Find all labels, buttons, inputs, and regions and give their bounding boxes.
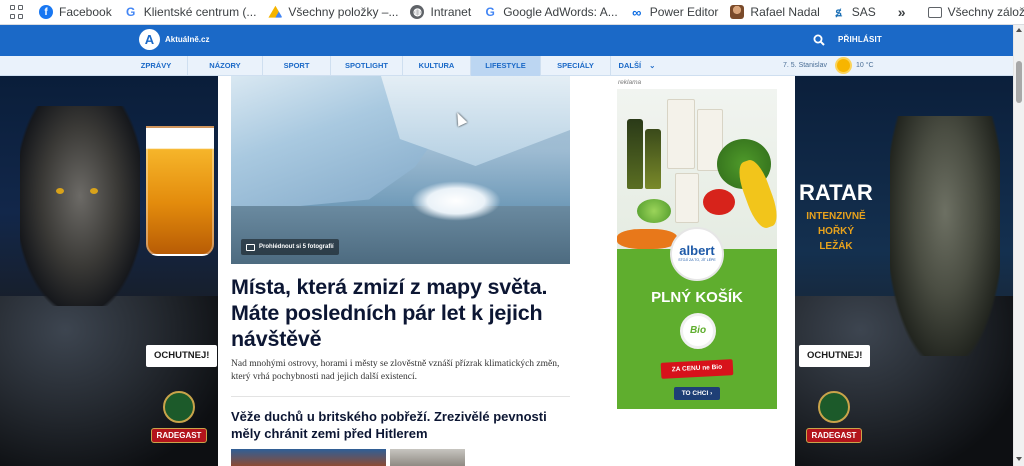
facebook-icon: f [39,5,53,19]
bookmark-facebook[interactable]: f Facebook [33,0,118,25]
bookmark-label: Rafael Nadal [750,5,820,19]
radegast-logo: RADEGAST [799,391,869,443]
ad-right-ochutnej-button[interactable]: OCHUTNEJ! [799,345,871,367]
bookmark-google-adwords[interactable]: G Google AdWords: A... [477,0,624,25]
bookmark-label: Všechny položky –... [288,5,399,19]
ad-right-subheadline: INTENZIVNĚ HOŘKÝ LEŽÁK [806,211,866,252]
wolf-illustration [20,106,140,306]
bookmark-rafael-nadal[interactable]: Rafael Nadal [724,0,825,25]
statue-illustration [890,116,1000,356]
albert-logo: albert STOJÍ ZA TO, JÍT LÉPE [670,227,724,281]
gallery-badge-label: Prohlédnout si 5 fotografií [259,244,334,250]
bookmark-label: Facebook [59,5,112,19]
site-header: A Aktuálně.cz PŘIHLÁSIT [0,25,1013,56]
site-logo[interactable]: A Aktuálně.cz [139,29,209,50]
scroll-down-icon[interactable] [1016,457,1022,461]
bookmark-label: Intranet [430,5,472,19]
nav-item-spotlight[interactable]: SPOTLIGHT [331,56,403,76]
website: A Aktuálně.cz PŘIHLÁSIT ZPRÁVY NÁZORY SP… [0,25,1013,466]
bookmark-label: SAS [851,5,876,19]
search-icon[interactable] [813,34,825,46]
groceries-illustration [617,89,777,249]
nav-item-kultura[interactable]: KULTURA [403,56,471,76]
login-link[interactable]: PŘIHLÁSIT [838,35,882,44]
profile-photo-icon [730,5,745,19]
nav-item-nazory[interactable]: NÁZORY [188,56,263,76]
scrollbar-thumb[interactable] [1016,61,1022,103]
bookmark-label: Klientské centrum (... [143,5,257,19]
bio-badge: Bio [680,313,716,349]
bookmark-label: Všechny záložky [947,5,1024,19]
bookmarks-bar: f Facebook G Klientské centrum (... Všec… [0,0,1024,25]
radegast-emblem-icon [163,391,195,423]
camera-icon [246,243,255,251]
bookmark-intranet[interactable]: ◍ Intranet [404,0,477,25]
bookmarks-overflow-icon[interactable]: » [882,4,922,20]
ad-right-headline: RATAR [799,180,873,205]
bookmark-label: Power Editor [649,5,719,19]
globe-icon: ◍ [410,5,425,19]
article-thumbnail[interactable] [390,449,465,466]
meta-icon: ∞ [632,4,642,20]
main-nav: ZPRÁVY NÁZORY SPORT SPOTLIGHT KULTURA LI… [0,56,1013,76]
ad-left-ochutnej-button[interactable]: OCHUTNEJ! [146,345,218,367]
nav-item-specialy[interactable]: SPECIÁLY [541,56,611,76]
nav-item-dalsi-label: DALŠÍ [618,61,642,70]
article-divider [231,396,570,397]
albert-cta-button[interactable]: TO CHCI › [674,387,720,400]
albert-headline: PLNÝ KOŠÍK [651,289,743,306]
beer-glass-illustration [146,126,214,256]
bookmark-klientske-centrum[interactable]: G Klientské centrum (... [118,0,263,25]
ad-albert[interactable]: albert STOJÍ ZA TO, JÍT LÉPE PLNÝ KOŠÍK … [617,89,777,409]
radegast-logo: RADEGAST [144,391,214,443]
folder-icon [927,6,942,18]
bookmark-all-folder[interactable]: Všechny záložky [922,0,1024,25]
article-thumbnail[interactable] [231,449,386,466]
scroll-up-icon[interactable] [1016,28,1022,32]
bookmark-label: Google AdWords: A... [503,5,618,19]
nav-date-nameday: 7. 5. Stanislav [783,62,827,69]
bookmark-power-editor[interactable]: ∞ Power Editor [624,0,725,25]
nav-item-lifestyle[interactable]: LIFESTYLE [471,56,541,76]
gallery-badge[interactable]: Prohlédnout si 5 fotografií [241,239,339,255]
google-icon: G [485,5,495,19]
next-article-headline[interactable]: Věže duchů u britského pobřeží. Zrezivěl… [231,408,570,442]
apps-grid-icon[interactable] [10,5,23,19]
radegast-emblem-icon [818,391,850,423]
article-hero-image[interactable]: Prohlédnout si 5 fotografií [231,76,570,264]
nav-item-dalsi[interactable]: DALŠÍ ⌄ [611,56,663,76]
chevron-down-icon: ⌄ [649,61,656,70]
nav-item-sport[interactable]: SPORT [263,56,331,76]
ad-left-radegast[interactable]: OCHUTNEJ! RADEGAST [0,76,218,466]
page-scrollbar[interactable] [1013,25,1024,466]
google-drive-icon [268,5,283,18]
ad-label: reklama [618,79,642,86]
google-icon: G [126,5,136,19]
ad-right-radegast-ratar[interactable]: RATAR INTENZIVNĚ HOŘKÝ LEŽÁK OCHUTNEJ! R… [795,76,1013,466]
sun-weather-icon [837,59,850,72]
sas-icon: ꟍ [835,4,842,19]
bookmark-vsechny-polozky[interactable]: Všechny položky –... [262,0,404,25]
article-headline[interactable]: Místa, která zmizí z mapy světa. Máte po… [231,274,570,352]
logo-mark: A [139,29,160,50]
nav-temperature: 10 °C [856,62,874,69]
nav-item-zpravy[interactable]: ZPRÁVY [125,56,188,76]
article-perex: Nad mnohými ostrovy, horami i městy se z… [231,359,560,382]
logo-text: Aktuálně.cz [165,35,210,44]
bookmark-sas[interactable]: ꟍ SAS [826,0,882,25]
